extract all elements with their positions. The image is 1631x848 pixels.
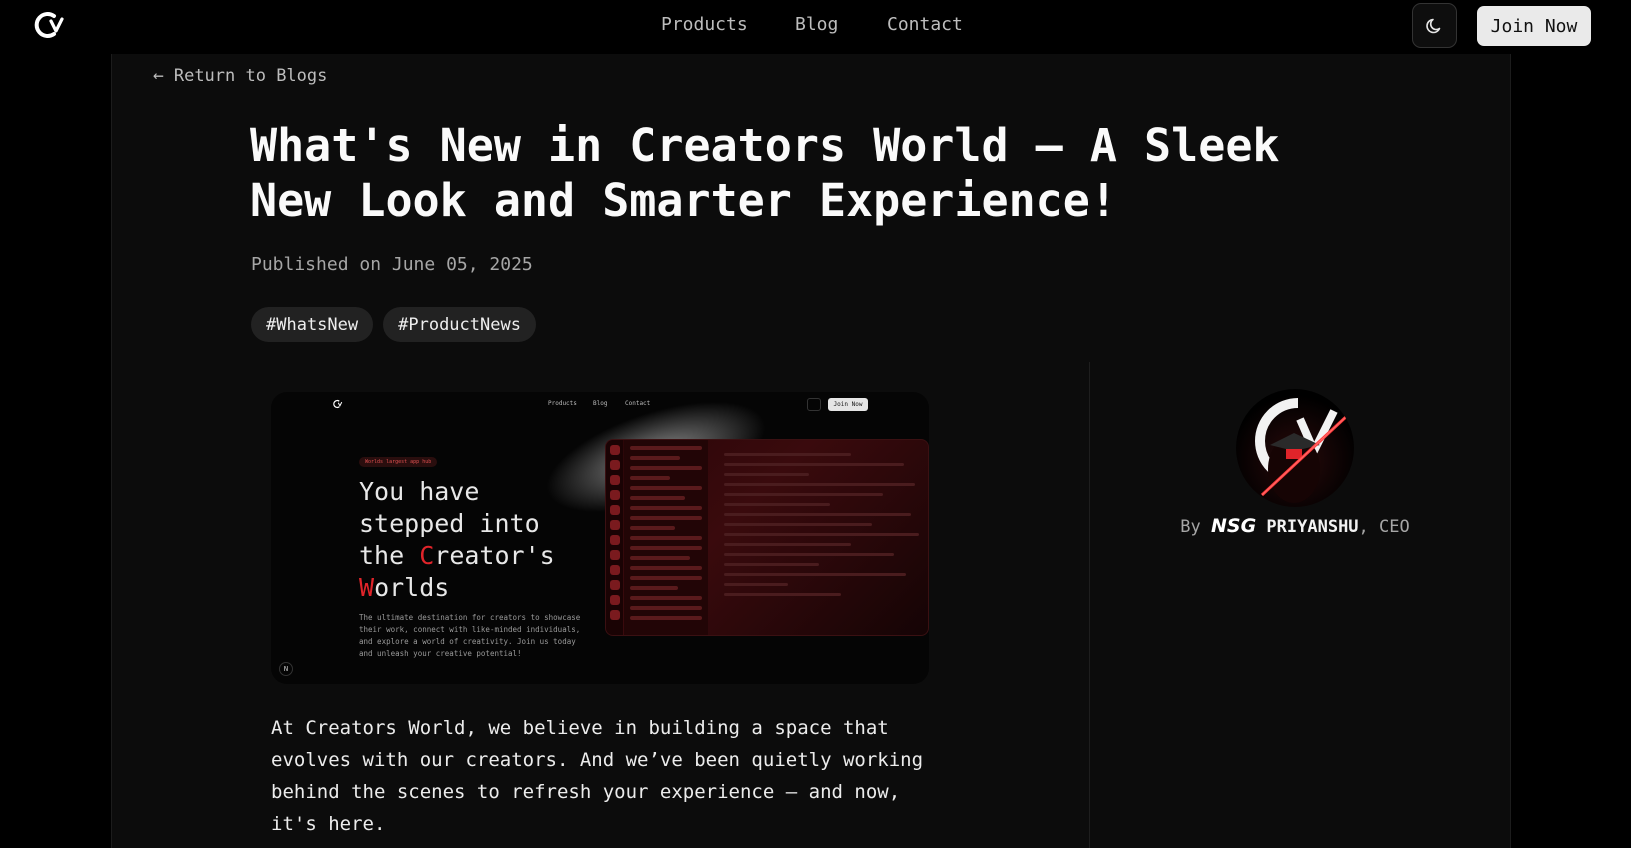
hero-badge: Worlds largest app hub	[359, 457, 438, 467]
tag-list: #WhatsNew #ProductNews	[251, 307, 536, 342]
hero-nav-blog: Blog	[593, 400, 608, 407]
author-role: , CEO	[1358, 517, 1410, 537]
return-to-blogs-link[interactable]: ← Return to Blogs	[153, 66, 327, 86]
hero-nav-contact: Contact	[625, 400, 651, 407]
hero-headline-line-1: You have	[359, 477, 480, 506]
hero-headline-line-3b: reator's	[434, 541, 555, 570]
author-name: PRIYANSHU	[1266, 517, 1359, 537]
published-date: Published on June 05, 2025	[251, 254, 533, 275]
author-byline: By NSG PRIYANSHU, CEO	[1180, 515, 1410, 537]
author-avatar-art	[1255, 398, 1350, 503]
post-title: What's New in Creators World — A Sleek N…	[250, 119, 1280, 227]
nsg-logo-icon: NSG	[1210, 515, 1257, 537]
app-message-area	[710, 446, 922, 629]
hero-theme-icon	[807, 398, 821, 411]
hero-image: Products Blog Contact Join Now Worlds la…	[271, 392, 929, 684]
hero-corner-badge: N	[279, 662, 293, 676]
hero-join-button: Join Now	[828, 398, 868, 411]
app-server-rail	[606, 440, 623, 635]
nav-blog-link[interactable]: Blog	[795, 14, 838, 35]
arrow-left-icon: ←	[153, 65, 164, 86]
hero-headline-red-w: W	[359, 573, 375, 602]
site-header: Products Blog Contact Join Now	[0, 0, 1631, 54]
return-to-blogs-label: Return to Blogs	[173, 66, 328, 86]
author-prefix: By	[1180, 517, 1201, 537]
hero-logo-icon	[333, 399, 343, 409]
author-avatar	[1236, 389, 1354, 507]
main-nav: Products Blog Contact	[0, 0, 1631, 52]
tag-whatsnew[interactable]: #WhatsNew	[251, 307, 374, 342]
hero-subtext: The ultimate destination for creators to…	[359, 613, 581, 658]
nav-products-link[interactable]: Products	[661, 14, 748, 35]
moon-icon	[1425, 18, 1440, 33]
hero-headline: You have stepped into the Creator's Worl…	[359, 476, 555, 604]
theme-toggle-button[interactable]	[1412, 3, 1457, 48]
nav-contact-link[interactable]: Contact	[887, 14, 963, 35]
hero-nav-products: Products	[548, 400, 577, 407]
hero-headline-line-3a: the	[359, 541, 420, 570]
hero-app-preview	[605, 439, 929, 636]
tag-productnews[interactable]: #ProductNews	[383, 307, 536, 342]
hero-headline-red-c: C	[419, 541, 435, 570]
join-now-button[interactable]: Join Now	[1477, 6, 1591, 46]
column-divider	[1089, 362, 1090, 848]
hero-headline-line-4: orlds	[374, 573, 450, 602]
post-body-paragraph: At Creators World, we believe in buildin…	[271, 717, 924, 835]
app-channel-list	[624, 440, 708, 635]
hero-headline-line-2: stepped into	[359, 509, 540, 538]
